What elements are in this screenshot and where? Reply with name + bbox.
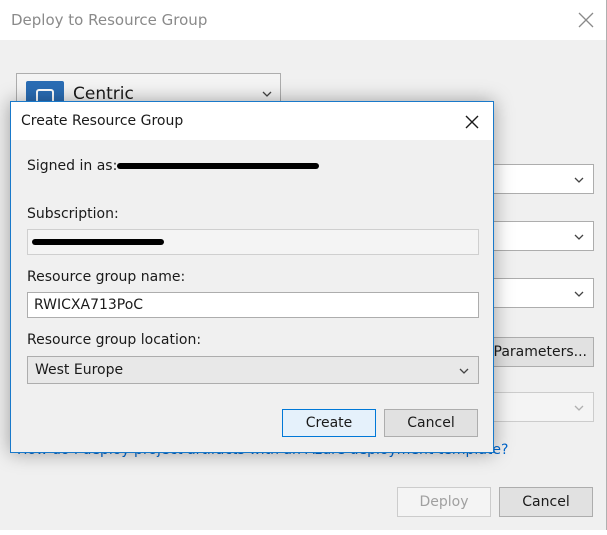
redacted-subscription [32, 239, 164, 245]
chevron-down-icon [573, 402, 585, 414]
edit-parameters-button[interactable]: it Parameters... [480, 337, 594, 367]
chevron-down-icon [573, 288, 585, 300]
deploy-window-close-icon[interactable] [574, 8, 598, 32]
dialog-cancel-button[interactable]: Cancel [384, 409, 478, 437]
resource-group-location-select[interactable]: West Europe [27, 356, 479, 384]
signed-in-label: Signed in as: [27, 158, 118, 174]
dialog-title: Create Resource Group [21, 113, 184, 129]
create-button[interactable]: Create [282, 409, 376, 437]
resource-group-location-value: West Europe [35, 362, 124, 378]
resource-group-combo[interactable] [480, 221, 594, 251]
subscription-label: Subscription: [27, 206, 119, 222]
dialog-close-icon[interactable] [461, 111, 483, 133]
resource-group-name-label: Resource group name: [27, 269, 186, 285]
chevron-down-icon [261, 88, 273, 100]
subscription-field [27, 229, 479, 255]
deploy-window-titlebar: Deploy to Resource Group [0, 0, 606, 40]
deploy-button[interactable]: Deploy [397, 487, 491, 517]
chevron-down-icon [573, 174, 585, 186]
edit-parameters-label: it Parameters... [479, 344, 587, 360]
signed-in-row: Signed in as: [27, 158, 320, 174]
template-parameters-combo [480, 392, 594, 422]
resource-group-name-input[interactable] [27, 292, 479, 318]
deploy-cancel-button[interactable]: Cancel [499, 487, 593, 517]
dialog-titlebar: Create Resource Group [11, 102, 493, 140]
subscription-combo[interactable] [480, 164, 594, 194]
redacted-email [117, 163, 320, 169]
resource-group-location-label: Resource group location: [27, 332, 202, 348]
chevron-down-icon [573, 231, 585, 243]
deploy-window-title: Deploy to Resource Group [11, 11, 208, 29]
chevron-down-icon [458, 365, 470, 377]
template-combo[interactable] [480, 278, 594, 308]
create-resource-group-dialog: Create Resource Group Signed in as: Subs… [10, 101, 494, 453]
